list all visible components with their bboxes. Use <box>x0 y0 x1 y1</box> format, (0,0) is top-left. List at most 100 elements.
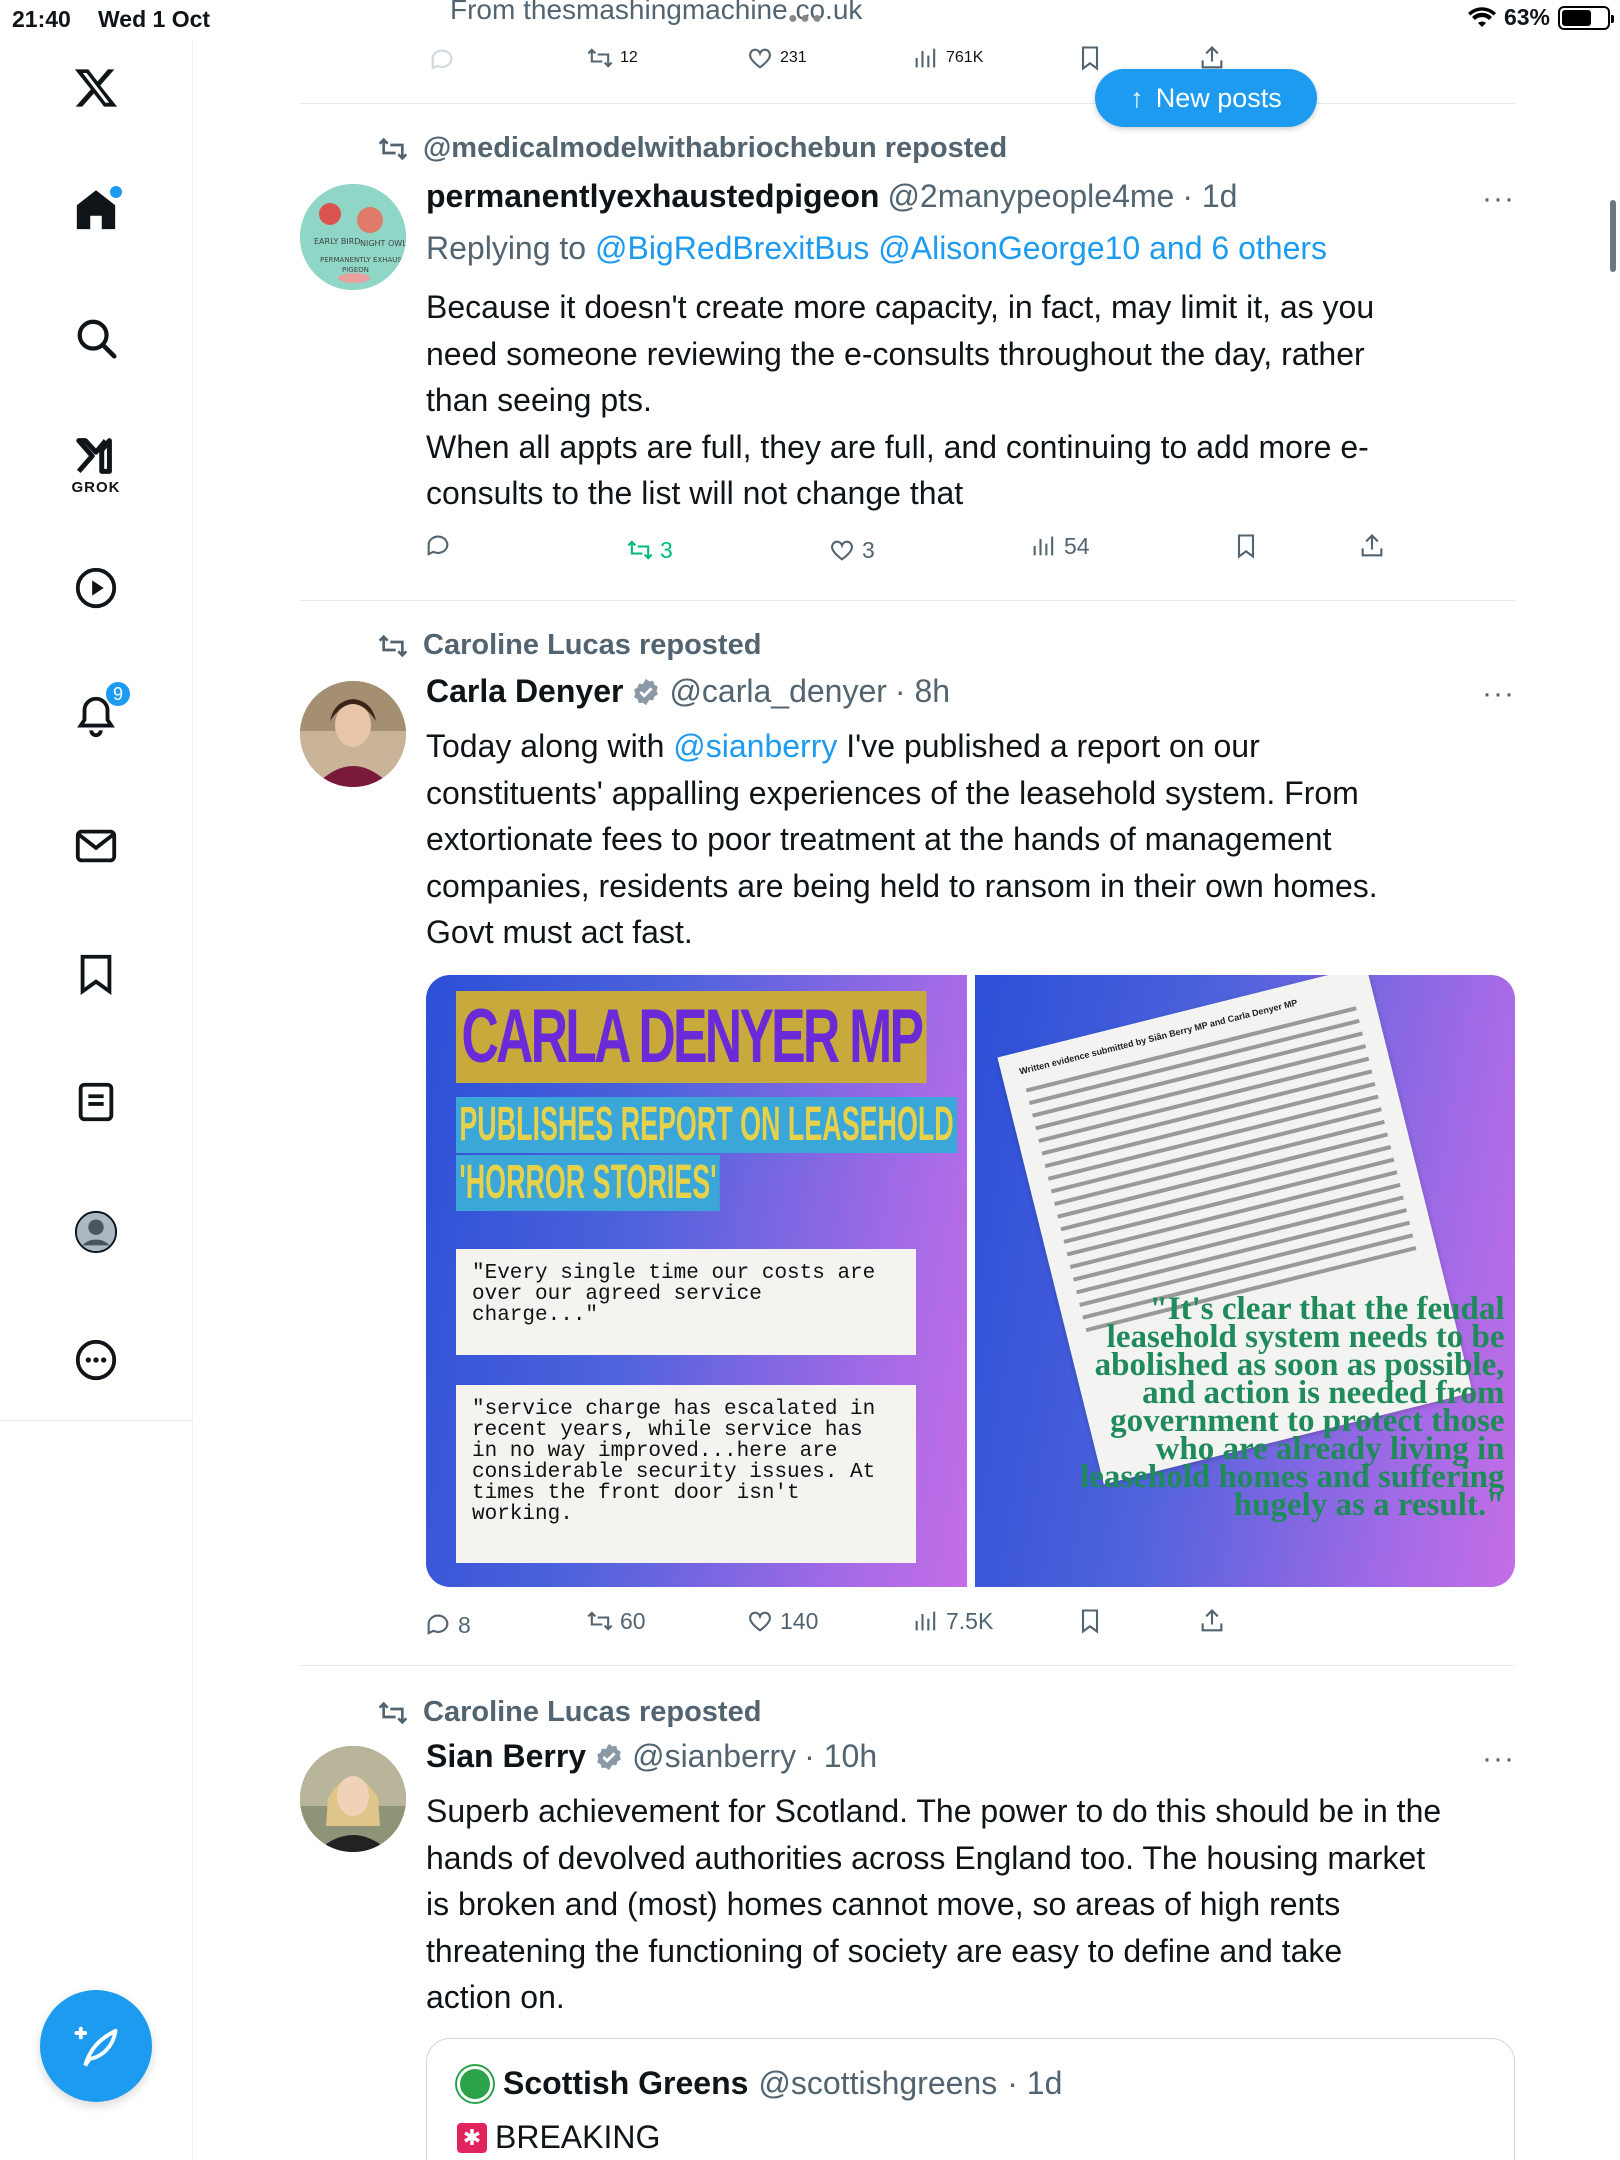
heart-icon <box>749 1611 771 1632</box>
retweet-icon <box>587 1611 613 1631</box>
post-body-line: is broken and (most) homes cannot move, … <box>426 1886 1341 1922</box>
notifications-badge: 9 <box>104 680 132 708</box>
mention-sianberry[interactable]: @sianberry <box>673 728 837 764</box>
bookmark-button[interactable] <box>1076 1607 1104 1635</box>
bookmarks-icon[interactable] <box>68 946 124 1002</box>
heart-icon <box>749 48 771 69</box>
more-options-icon[interactable]: ··· <box>1482 677 1515 711</box>
video-icon[interactable] <box>68 560 124 616</box>
quoted-author-name[interactable]: Scottish Greens <box>503 2065 748 2102</box>
siren-icon: ✱ <box>457 2122 487 2153</box>
search-icon[interactable] <box>68 310 124 366</box>
retweet-icon <box>378 1701 408 1724</box>
reply-button[interactable]: 8 <box>424 1611 471 1639</box>
quoted-post-card[interactable]: Scottish Greens @scottishgreens · 1d ✱ B… <box>426 2038 1515 2160</box>
svg-text:PERMANENTLY EXHAUSTED: PERMANENTLY EXHAUSTED <box>320 256 406 264</box>
lists-icon[interactable] <box>68 1074 124 1130</box>
author-handle[interactable]: @sianberry <box>632 1738 796 1775</box>
notifications-bell-icon[interactable]: 9 <box>68 680 132 744</box>
bookmark-button[interactable] <box>1076 44 1104 72</box>
reply-icon <box>431 49 453 70</box>
post-carla-denyer[interactable]: Caroline Lucas reposted Carla Denyer @ca… <box>300 601 1515 1665</box>
post-body-text: Today along with <box>426 728 674 764</box>
svg-text:NIGHT OWL: NIGHT OWL <box>360 239 406 248</box>
like-count: 3 <box>862 536 875 563</box>
quoted-author-handle[interactable]: @scottishgreens <box>758 2065 997 2102</box>
avatar[interactable] <box>300 681 406 787</box>
share-button[interactable] <box>1198 1607 1226 1635</box>
author-handle[interactable]: @2manypeople4me <box>887 178 1174 215</box>
home-icon[interactable] <box>68 182 124 238</box>
reply-icon <box>427 535 449 556</box>
post-body-line: Because it doesn't create more capacity,… <box>426 289 1375 325</box>
retweet-icon <box>378 137 408 160</box>
avatar[interactable] <box>300 1746 406 1852</box>
retweet-count: 3 <box>660 536 673 563</box>
retweet-button[interactable]: 12 <box>586 44 638 72</box>
x-logo-icon[interactable] <box>68 60 124 116</box>
avatar[interactable]: EARLY BIRD NIGHT OWL PERMANENTLY EXHAUST… <box>300 184 406 290</box>
retweet-count: 12 <box>620 49 638 66</box>
more-options-icon[interactable] <box>68 1332 124 1388</box>
retweet-button[interactable]: 3 <box>626 536 673 564</box>
reply-button[interactable] <box>424 532 452 560</box>
reposted-by-label[interactable]: Caroline Lucas reposted <box>423 1696 761 1729</box>
post-body-line: need someone reviewing the e-consults th… <box>426 335 1365 372</box>
replying-prefix: Replying to <box>426 230 587 266</box>
profile-avatar-icon[interactable] <box>68 1204 124 1260</box>
reposted-by-label[interactable]: Caroline Lucas reposted <box>423 629 761 662</box>
media-image-right[interactable]: Written evidence submitted by Siân Berry… <box>974 975 1515 1587</box>
author-name[interactable]: Sian Berry <box>426 1738 586 1775</box>
heart-icon <box>831 540 853 561</box>
scrollbar[interactable] <box>1610 200 1616 272</box>
messages-envelope-icon[interactable] <box>68 818 124 874</box>
author-handle[interactable]: @carla_denyer <box>669 673 886 710</box>
more-options-icon[interactable]: ··· <box>1482 1742 1515 1776</box>
like-button[interactable]: 3 <box>828 536 875 564</box>
media-image-left[interactable]: CARLA DENYER MP PUBLISHES REPORT ON LEAS… <box>426 975 967 1587</box>
author-name[interactable]: permanentlyexhaustedpigeon <box>426 178 879 215</box>
views-button[interactable]: 761K <box>912 44 983 72</box>
replying-to-users[interactable]: @BigRedBrexitBus @AlisonGeorge10 and 6 o… <box>595 230 1327 266</box>
retweet-button[interactable]: 60 <box>586 1607 646 1635</box>
repost-indicator: Caroline Lucas reposted <box>377 1696 761 1729</box>
quoted-post-text: BREAKING <box>495 2119 661 2155</box>
compose-post-button[interactable] <box>40 1990 152 2102</box>
post-media[interactable]: CARLA DENYER MP PUBLISHES REPORT ON LEAS… <box>426 975 1515 1587</box>
date: Wed 1 Oct <box>98 6 211 32</box>
image-subtitle-1: PUBLISHES REPORT ON LEASEHOLD <box>456 1097 958 1153</box>
post-time[interactable]: · 10h <box>804 1738 877 1775</box>
share-button[interactable] <box>1358 532 1386 560</box>
like-button[interactable]: 231 <box>746 44 807 72</box>
new-posts-button[interactable]: ↑ New posts <box>1095 69 1317 127</box>
views-chart-icon <box>1033 536 1054 556</box>
reply-button[interactable] <box>428 46 456 74</box>
views-count: 761K <box>946 49 984 66</box>
image-title: CARLA DENYER MP <box>456 991 927 1083</box>
grok-icon[interactable]: GROK <box>68 428 124 496</box>
bookmark-button[interactable] <box>1232 532 1260 560</box>
views-button[interactable]: 54 <box>1030 532 1090 560</box>
post-pigeon[interactable]: @medicalmodelwithabriochebun reposted EA… <box>300 104 1515 600</box>
reposted-by-label[interactable]: @medicalmodelwithabriochebun reposted <box>423 132 1007 165</box>
post-header: Sian Berry @sianberry · 10h <box>426 1738 877 1775</box>
post-body-line: hands of devolved authorities across Eng… <box>426 1839 1426 1876</box>
like-button[interactable]: 140 <box>746 1607 818 1635</box>
sian-berry-avatar-image <box>300 1746 406 1852</box>
share-button[interactable] <box>1198 44 1226 72</box>
more-options-icon[interactable]: ··· <box>1482 182 1515 216</box>
author-name[interactable]: Carla Denyer <box>426 673 623 710</box>
post-sian-berry[interactable]: Caroline Lucas reposted Sian Berry @sian… <box>300 1666 1515 2160</box>
post-time[interactable]: · 1d <box>1182 178 1237 215</box>
post-body: Today along with @sianberry I've publish… <box>426 723 1506 956</box>
post-time[interactable]: · 8h <box>895 673 950 710</box>
reply-count: 8 <box>458 1611 471 1638</box>
views-button[interactable]: 7.5K <box>912 1607 993 1635</box>
post-body-line: than seeing pts. <box>426 382 652 418</box>
retweet-icon <box>378 634 408 657</box>
quoted-post-header: Scottish Greens @scottishgreens · 1d <box>457 2065 1062 2102</box>
bookmark-icon <box>1237 534 1255 559</box>
svg-text:EARLY BIRD: EARLY BIRD <box>314 237 360 246</box>
post-body-line: action on. <box>426 1979 565 2015</box>
compose-feather-icon <box>74 2026 118 2067</box>
